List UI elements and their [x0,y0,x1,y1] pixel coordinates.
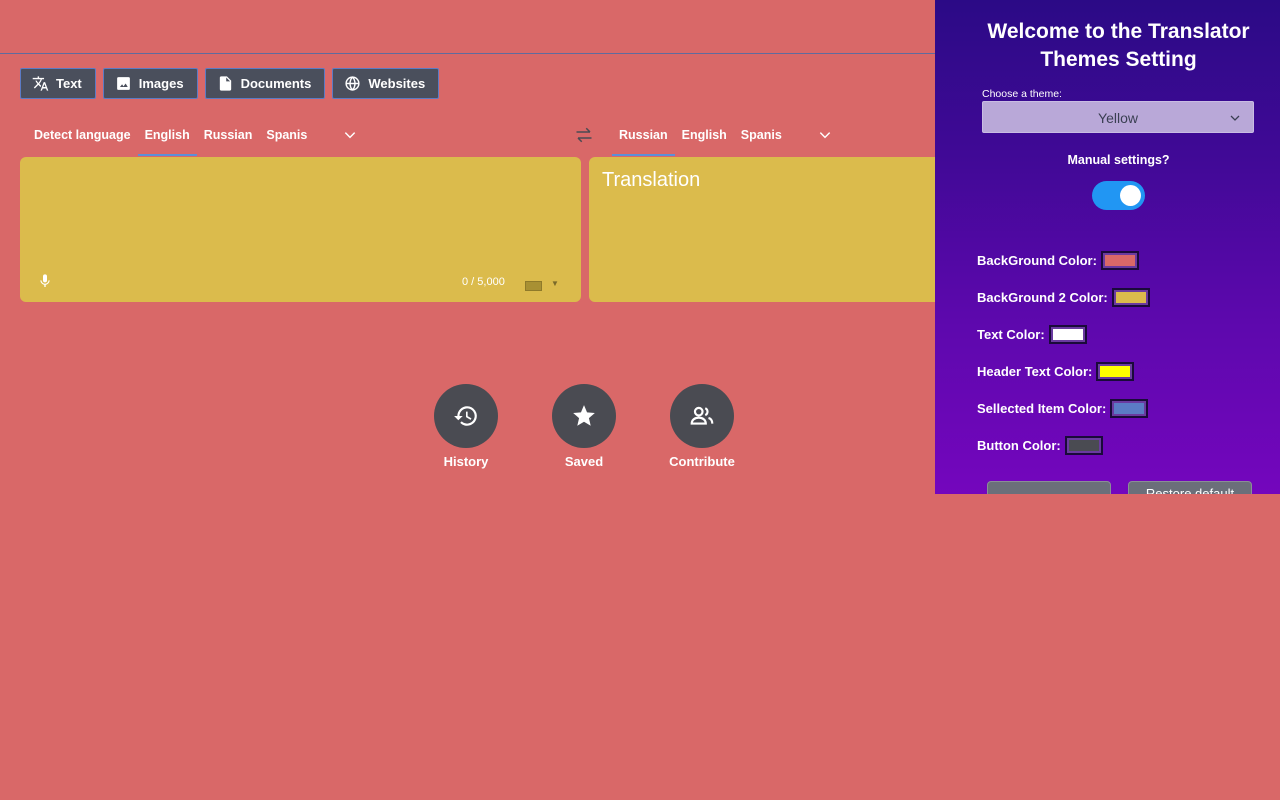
text-color-row: Text Color: [977,325,1087,344]
translation-output: Translation [602,169,701,191]
people-icon [690,406,714,425]
character-count: 0 / 5,000 [462,276,505,288]
saved-button[interactable]: Saved [552,384,616,469]
source-lang-spanish[interactable]: Spanis [259,122,314,152]
theme-select[interactable]: Yellow [982,101,1254,133]
swap-languages-button[interactable] [575,127,593,143]
background2-color-label: BackGround 2 Color: [977,290,1108,305]
document-icon [219,76,231,91]
translation-pane: Translation [589,157,949,302]
save-button[interactable] [987,481,1111,494]
history-icon [454,406,477,426]
background2-color-row: BackGround 2 Color: [977,288,1150,307]
theme-settings-panel: Welcome to the Translator Themes Setting… [935,0,1280,494]
swatch-fill [1068,440,1099,451]
swatch-fill [1114,403,1145,414]
background-color-label: BackGround Color: [977,253,1097,268]
header-divider [0,53,935,54]
target-lang-russian[interactable]: Russian [612,122,675,156]
keyboard-options-caret-icon[interactable]: ▼ [551,279,559,288]
swatch-fill [1100,366,1131,377]
star-icon [573,405,595,426]
action-buttons: History Saved Contribute [434,384,735,469]
background-color-row: BackGround Color: [977,251,1139,270]
restore-default-button[interactable]: Restore default [1128,481,1252,494]
header-text-color-row: Header Text Color: [977,362,1135,381]
source-lang-english[interactable]: English [137,122,197,156]
saved-button-circle[interactable] [552,384,616,448]
selected-item-color-swatch[interactable] [1110,399,1149,418]
chevron-down-icon [345,132,356,139]
chevron-down-icon [1230,115,1240,121]
mode-tabs: Text Images Documents Websites [20,68,440,99]
text-color-swatch[interactable] [1048,325,1087,344]
chevron-down-icon [819,132,830,139]
panel-title-line2: Themes Setting [1040,48,1197,71]
tab-websites[interactable]: Websites [332,68,440,99]
button-color-row: Button Color: [977,436,1103,455]
target-lang-english[interactable]: English [675,122,734,152]
source-lang-russian[interactable]: Russian [197,122,260,152]
source-text-input[interactable] [34,169,568,263]
tab-websites-label: Websites [368,76,426,91]
source-language-bar: Detect language English Russian Spanis [24,122,357,158]
manual-settings-toggle[interactable] [1092,181,1145,210]
selected-item-color-label: Sellected Item Color: [977,401,1107,416]
button-color-swatch[interactable] [1064,436,1103,455]
panel-title: Welcome to the Translator Themes Setting [935,18,1280,74]
swap-icon [576,127,592,143]
history-button-circle[interactable] [434,384,498,448]
globe-icon [345,76,360,91]
panel-title-line1: Welcome to the Translator [987,20,1250,43]
target-language-bar: Russian English Spanis [612,122,832,158]
source-lang-detect[interactable]: Detect language [24,122,138,152]
target-lang-spanish[interactable]: Spanis [734,122,789,152]
history-button[interactable]: History [434,384,498,469]
source-more-languages-button[interactable] [343,122,357,142]
theme-select-label: Choose a theme: [982,88,1062,100]
image-icon [116,77,130,90]
keyboard-icon[interactable] [525,281,542,291]
background-color-swatch[interactable] [1100,251,1139,270]
microphone-button[interactable] [37,272,53,290]
target-more-languages-button[interactable] [818,122,832,142]
tab-documents-label: Documents [240,76,312,91]
tab-text-label: Text [56,76,82,91]
tab-text[interactable]: Text [20,68,96,99]
selected-item-color-row: Sellected Item Color: [977,399,1149,418]
contribute-button-circle[interactable] [670,384,734,448]
swatch-fill [1052,329,1083,340]
microphone-icon [40,274,50,287]
button-color-label: Button Color: [977,438,1061,453]
header-text-color-swatch[interactable] [1096,362,1135,381]
tab-documents[interactable]: Documents [204,68,326,99]
swatch-fill [1104,255,1135,266]
swatch-fill [1115,292,1146,303]
theme-select-value: Yellow [1098,110,1138,126]
manual-settings-label: Manual settings? [1067,153,1170,167]
toggle-knob [1120,185,1141,206]
history-label: History [443,454,489,469]
contribute-button[interactable]: Contribute [669,384,735,469]
tab-images[interactable]: Images [102,68,198,99]
header-text-color-label: Header Text Color: [977,364,1093,379]
source-text-pane: 0 / 5,000 ▼ [20,157,581,302]
background2-color-swatch[interactable] [1111,288,1150,307]
contribute-label: Contribute [669,454,735,469]
saved-label: Saved [564,454,604,469]
translate-icon [32,76,49,91]
text-color-label: Text Color: [977,327,1045,342]
tab-images-label: Images [138,76,184,91]
